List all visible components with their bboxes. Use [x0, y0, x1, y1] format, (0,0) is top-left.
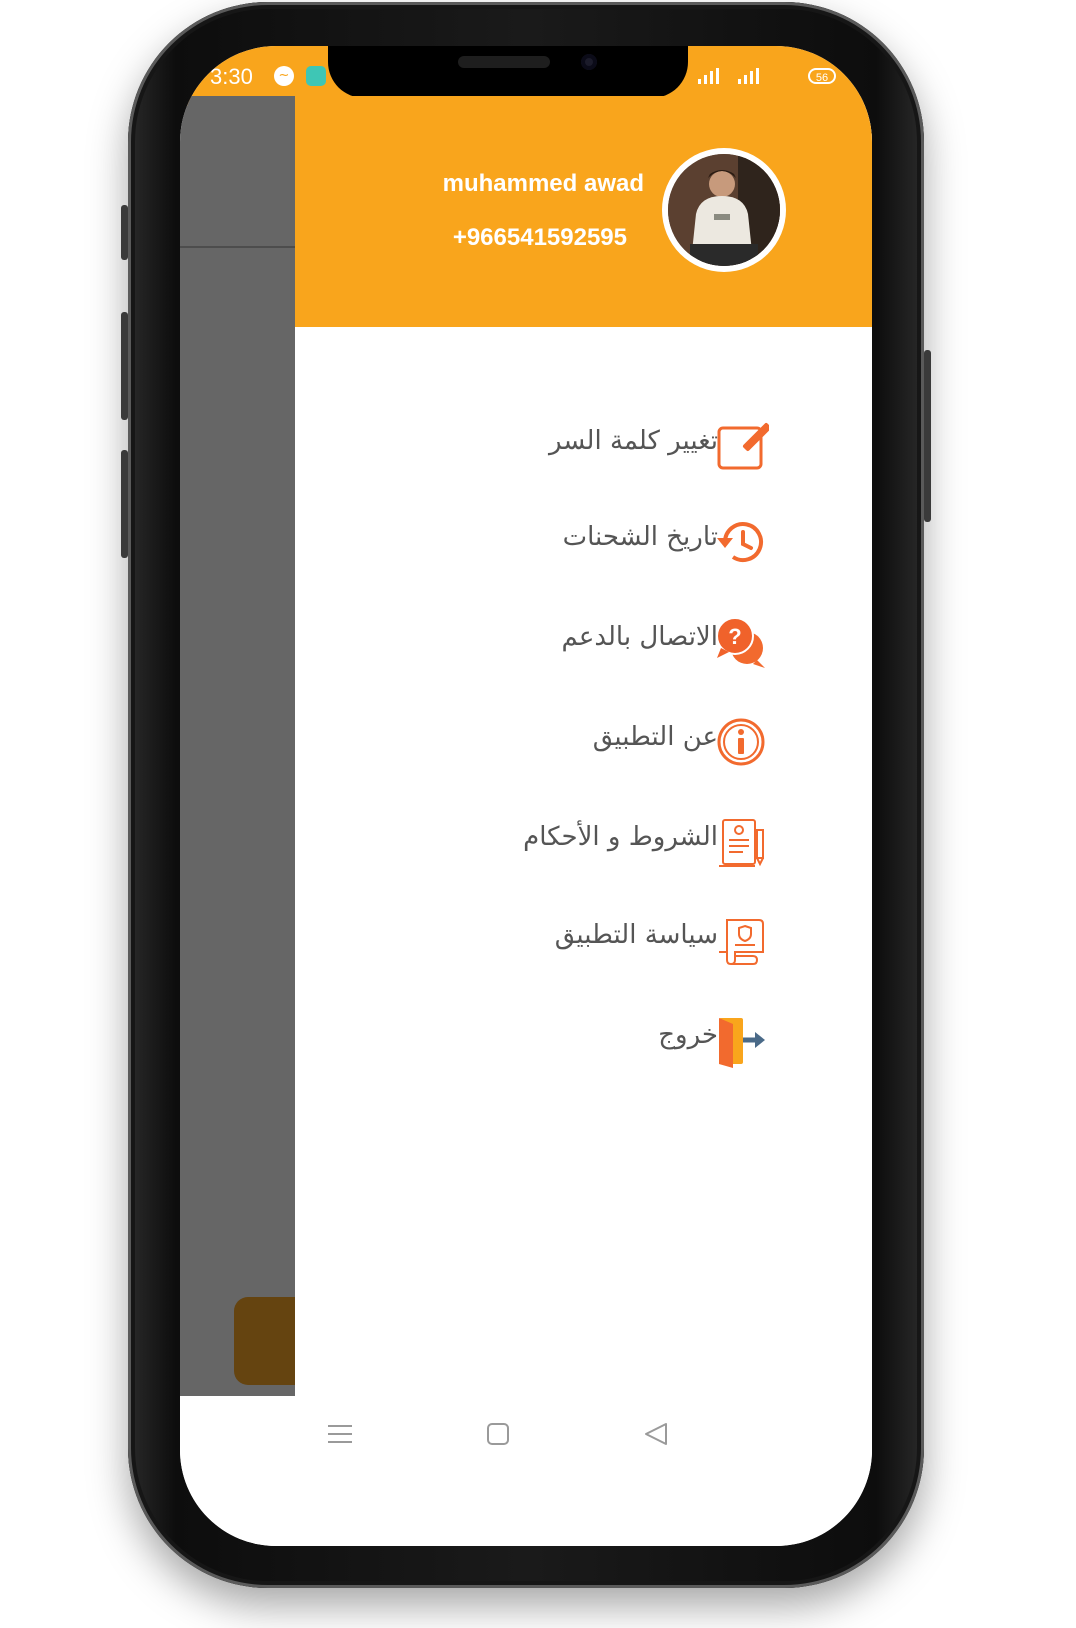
messenger-icon: ~: [274, 66, 294, 86]
terms-document-icon: [713, 814, 769, 870]
phone-mute-switch: [121, 205, 128, 260]
info-icon: [713, 714, 769, 770]
menu-item-label: تاريخ الشحنات: [562, 522, 718, 552]
history-icon: [713, 514, 769, 570]
background-divider: [180, 246, 295, 248]
edit-icon: [713, 418, 772, 474]
logout-icon: [713, 1012, 769, 1068]
menu-item-label: الشروط و الأحكام: [523, 822, 718, 852]
phone-power-button: [924, 350, 931, 522]
system-nav-bar: [180, 1396, 872, 1546]
user-name: muhammed awad: [442, 170, 644, 197]
front-camera: [581, 54, 597, 70]
menu-item-label: تغيير كلمة السر: [549, 426, 718, 456]
home-square-icon[interactable]: [487, 1423, 509, 1445]
speaker-grille: [458, 56, 550, 68]
avatar-photo: [668, 154, 780, 266]
support-chat-icon: ?: [713, 614, 769, 670]
menu-item-contact-support[interactable]: الاتصال بالدعم ?: [295, 608, 872, 678]
menu-item-label: سياسة التطبيق: [554, 920, 718, 950]
user-phone: +966541592595: [452, 224, 627, 251]
app-notification-icon: [306, 66, 326, 86]
battery-icon: 56: [808, 68, 836, 84]
phone-volume-up-button: [121, 312, 128, 420]
menu-icon[interactable]: [328, 1424, 352, 1444]
navigation-drawer: muhammed awad +966541592595 تغيير كلمة ا…: [295, 96, 872, 1446]
menu-item-change-password[interactable]: تغيير كلمة السر: [295, 412, 872, 482]
back-triangle-icon[interactable]: [644, 1422, 668, 1446]
avatar[interactable]: [662, 148, 786, 272]
menu-item-label: خروج: [658, 1020, 718, 1050]
drawer-scrim[interactable]: [180, 96, 314, 1396]
menu-item-about[interactable]: عن التطبيق: [295, 708, 872, 778]
menu-item-terms[interactable]: الشروط و الأحكام: [295, 808, 872, 878]
menu-item-label: عن التطبيق: [592, 722, 718, 752]
signal-icon: [698, 68, 719, 84]
menu-item-policy[interactable]: سياسة التطبيق: [295, 906, 872, 976]
signal-icon: [738, 68, 759, 84]
menu-item-logout[interactable]: خروج: [295, 1006, 872, 1076]
phone-notch: [328, 46, 688, 98]
menu-item-label: الاتصال بالدعم: [561, 622, 718, 652]
svg-text:?: ?: [728, 624, 741, 649]
menu-item-shipment-history[interactable]: تاريخ الشحنات: [295, 508, 872, 578]
phone-screen: 3:30 ~ 56 muhammed awad +966541592595 تغ…: [180, 46, 872, 1546]
status-time: 3:30: [210, 64, 253, 89]
policy-scroll-icon: [713, 912, 769, 968]
phone-volume-down-button: [121, 450, 128, 558]
drawer-header: muhammed awad +966541592595: [295, 96, 872, 327]
